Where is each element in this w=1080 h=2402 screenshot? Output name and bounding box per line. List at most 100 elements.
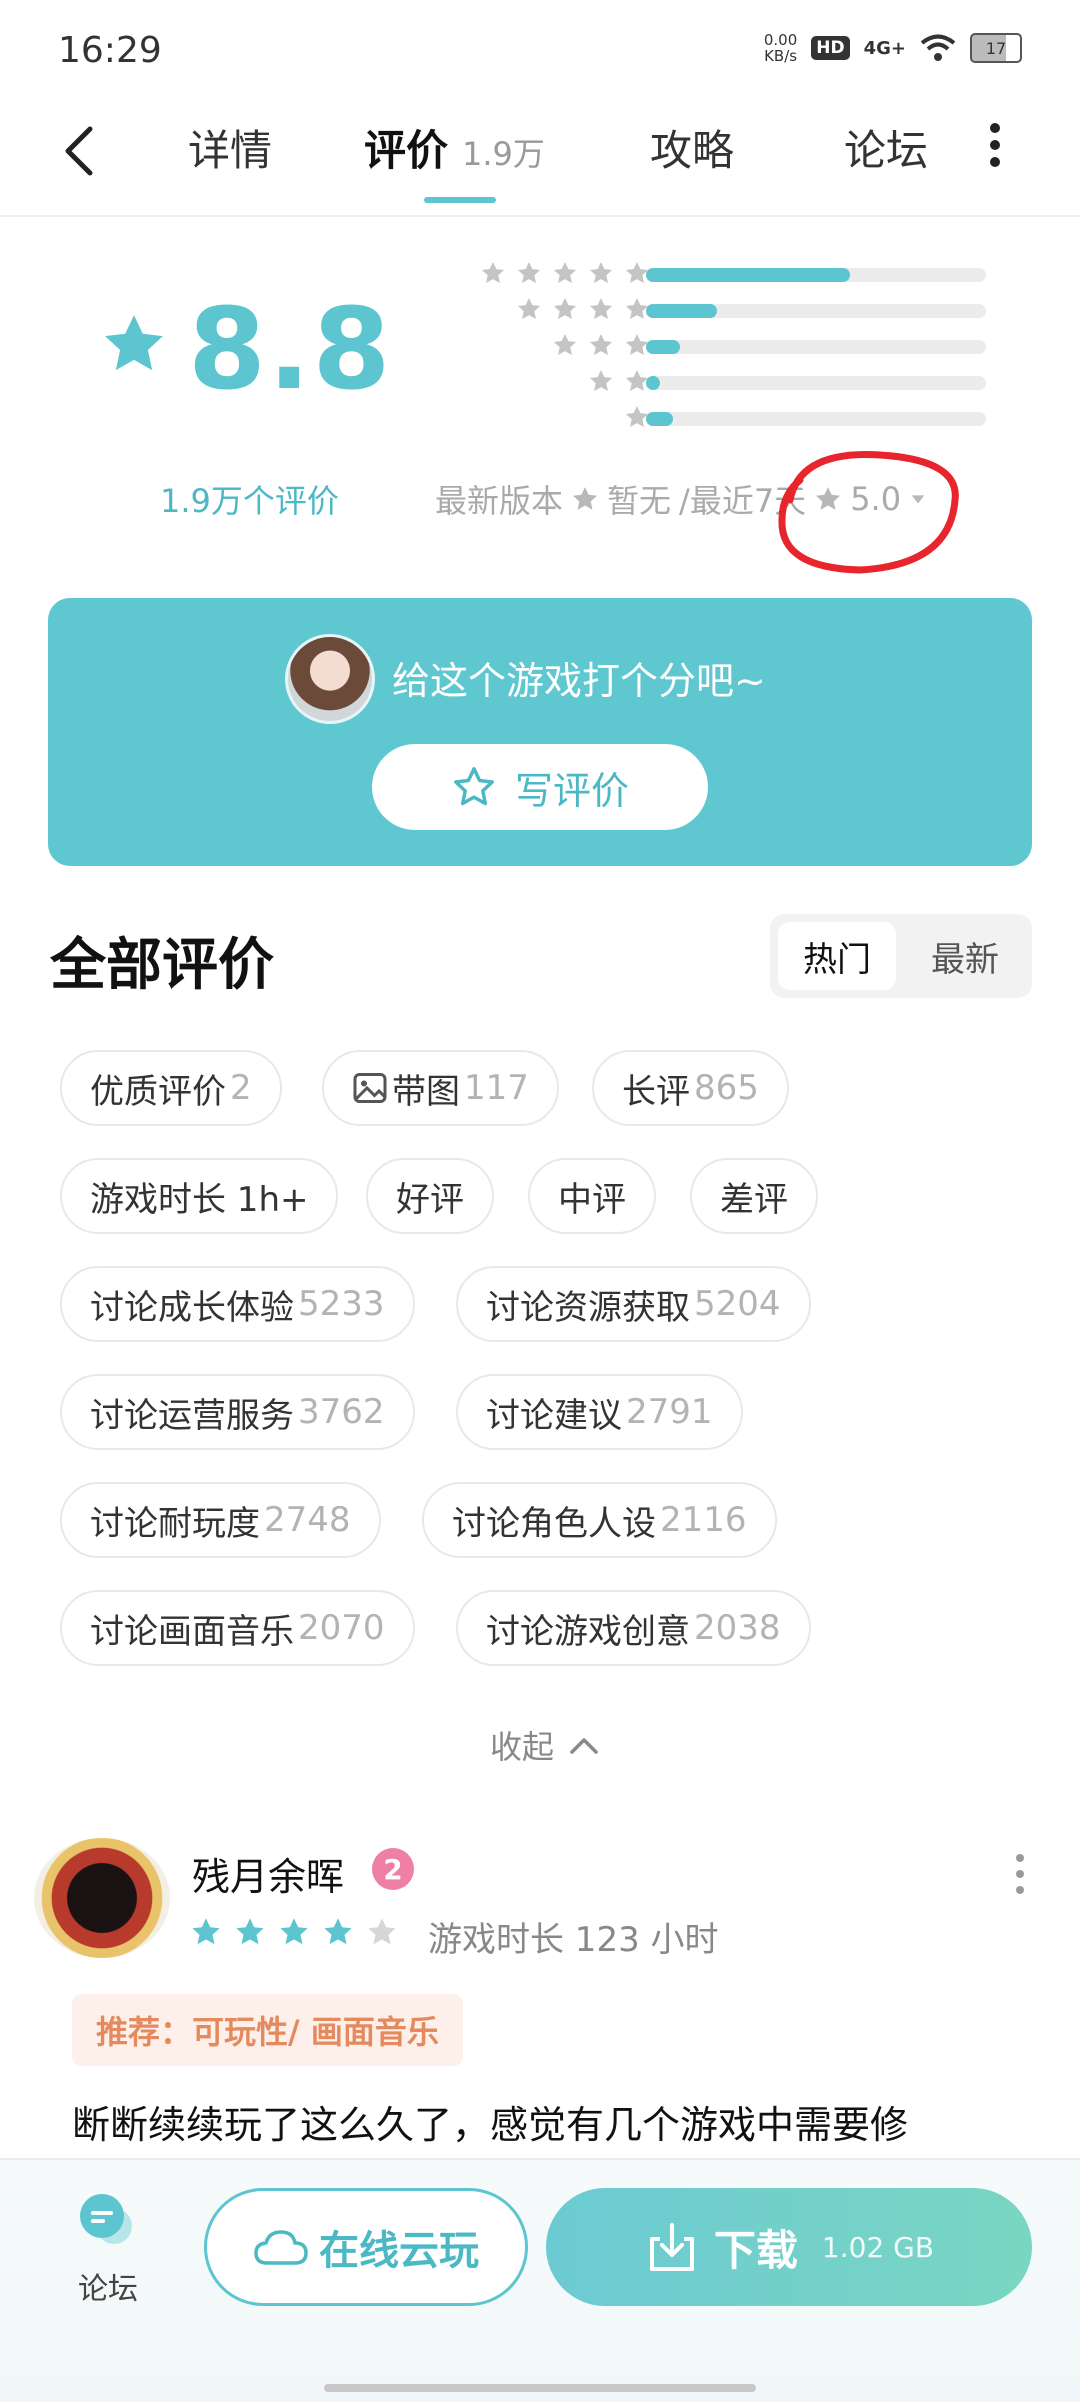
- review-text[interactable]: 断断续续玩了这么久了，感觉有几个游戏中需要修: [72, 2094, 908, 2149]
- tag-positive[interactable]: 好评: [366, 1158, 494, 1234]
- cloud-play-label: 在线云玩: [319, 2228, 479, 2274]
- tag-replayability[interactable]: 讨论耐玩度 2748: [60, 1482, 381, 1558]
- distribution-bar: [646, 268, 986, 282]
- tag-label: 讨论资源获取: [486, 1287, 690, 1328]
- tab-forum[interactable]: 论坛: [844, 117, 928, 178]
- tag-creativity[interactable]: 讨论游戏创意 2038: [456, 1590, 811, 1666]
- tag-count: 5233: [298, 1284, 385, 1324]
- speed-unit: KB/s: [764, 47, 798, 65]
- level-badge: 2: [372, 1848, 414, 1890]
- tab-guides[interactable]: 攻略: [650, 117, 734, 178]
- distribution-bar: [646, 304, 986, 318]
- tag-count: 2116: [660, 1500, 747, 1540]
- star-icon: [589, 369, 613, 391]
- tag-count: 2791: [626, 1392, 713, 1432]
- tag-visuals-music[interactable]: 讨论画面音乐 2070: [60, 1590, 415, 1666]
- more-options-icon[interactable]: [980, 120, 1010, 170]
- tag-growth[interactable]: 讨论成长体验 5233: [60, 1266, 415, 1342]
- distribution-bar-fill: [646, 268, 850, 282]
- reviewer-name[interactable]: 残月余晖: [192, 1846, 344, 1901]
- tag-label: 带图: [392, 1071, 460, 1112]
- download-button[interactable]: 下载 1.02 GB: [546, 2188, 1032, 2306]
- tag-count: 117: [464, 1068, 529, 1108]
- home-indicator[interactable]: [324, 2384, 756, 2392]
- forum-icon[interactable]: [74, 2190, 138, 2250]
- distribution-stars: [480, 260, 650, 286]
- sort-toggle: 热门 最新: [770, 914, 1032, 998]
- tab-details[interactable]: 详情: [188, 117, 272, 178]
- distribution-bar-fill: [646, 376, 660, 390]
- star-icon: [192, 1918, 220, 1945]
- write-review-button[interactable]: 写评价: [372, 744, 708, 830]
- battery-level: 17: [985, 38, 1007, 58]
- section-title: 全部评价: [50, 933, 274, 998]
- rate-prompt: 给这个游戏打个分吧~: [392, 659, 766, 703]
- download-label: 下载: [713, 2225, 798, 2275]
- tag-resources[interactable]: 讨论资源获取 5204: [456, 1266, 811, 1342]
- distribution-bar: [646, 340, 986, 354]
- distribution-stars: [552, 332, 650, 358]
- collapse-label: 收起: [490, 1728, 555, 1766]
- distribution-bar: [646, 412, 986, 426]
- tag-label: 中评: [558, 1179, 626, 1220]
- tab-reviews[interactable]: 评价 1.9万: [364, 117, 545, 178]
- write-review-label: 写评价: [514, 768, 629, 813]
- star-icon: [553, 333, 577, 355]
- battery-icon: 17: [970, 33, 1022, 63]
- tag-label: 优质评价: [90, 1071, 226, 1112]
- distribution-row: [430, 258, 990, 294]
- tag-label: 游戏时长 1h+: [90, 1179, 309, 1220]
- tag-count: 2748: [264, 1500, 351, 1540]
- tag-label: 讨论画面音乐: [90, 1611, 294, 1652]
- tag-label: 讨论角色人设: [452, 1503, 656, 1544]
- tag-negative[interactable]: 差评: [690, 1158, 818, 1234]
- forum-label[interactable]: 论坛: [78, 2264, 138, 2308]
- sort-hot-button[interactable]: 热门: [778, 922, 896, 990]
- tag-quality[interactable]: 优质评价 2: [60, 1050, 282, 1126]
- tag-label: 讨论游戏创意: [486, 1611, 690, 1652]
- star-icon: [280, 1918, 308, 1945]
- tag-label: 讨论成长体验: [90, 1287, 294, 1328]
- tag-neutral[interactable]: 中评: [528, 1158, 656, 1234]
- tag-characters[interactable]: 讨论角色人设 2116: [422, 1482, 777, 1558]
- image-icon: [353, 1073, 387, 1103]
- tag-play-time[interactable]: 游戏时长 1h+: [60, 1158, 339, 1234]
- star-icon: [324, 1918, 352, 1945]
- tag-count: 865: [694, 1068, 759, 1108]
- distribution-stars: [516, 296, 650, 322]
- network-icon: 4G+: [863, 37, 906, 59]
- latest-version-label: 最新版本: [435, 482, 564, 520]
- sort-new-button[interactable]: 最新: [906, 922, 1024, 990]
- distribution-bar-fill: [646, 304, 718, 318]
- star-icon: [589, 261, 613, 283]
- latest-version-value: 暂无: [607, 482, 672, 520]
- tag-operations[interactable]: 讨论运营服务 3762: [60, 1374, 415, 1450]
- play-time: 游戏时长 123 小时: [428, 1920, 719, 1960]
- tag-with-images[interactable]: 带图 117: [322, 1050, 559, 1126]
- star-outline-icon: [454, 767, 494, 806]
- status-icons: 0.00 KB/s HD 4G+ 17: [764, 32, 1022, 64]
- tag-label: 讨论运营服务: [90, 1395, 294, 1436]
- tag-label: 好评: [396, 1179, 464, 1220]
- tag-count: 5204: [694, 1284, 781, 1324]
- tag-long-review[interactable]: 长评 865: [592, 1050, 789, 1126]
- review-more-icon[interactable]: [1008, 1852, 1032, 1896]
- tag-suggestions[interactable]: 讨论建议 2791: [456, 1374, 743, 1450]
- rating-star-icon: [105, 315, 163, 371]
- star-icon: [368, 1918, 396, 1945]
- star-icon: [589, 297, 613, 319]
- distribution-stars: [588, 368, 650, 394]
- active-tab-indicator: [424, 197, 496, 203]
- tab-reviews-count: 1.9万: [462, 135, 545, 173]
- distribution-bar-fill: [646, 340, 680, 354]
- hd-icon: HD: [811, 36, 850, 60]
- star-icon: [553, 297, 577, 319]
- star-icon: [236, 1918, 264, 1945]
- tag-label: 讨论耐玩度: [90, 1503, 260, 1544]
- reviewer-avatar[interactable]: [34, 1838, 170, 1958]
- star-icon: [553, 261, 577, 283]
- rating-score: 8.8: [188, 285, 393, 415]
- cloud-play-button[interactable]: 在线云玩: [204, 2188, 528, 2306]
- collapse-button[interactable]: 收起: [490, 1722, 600, 1768]
- back-arrow-icon[interactable]: [60, 125, 96, 177]
